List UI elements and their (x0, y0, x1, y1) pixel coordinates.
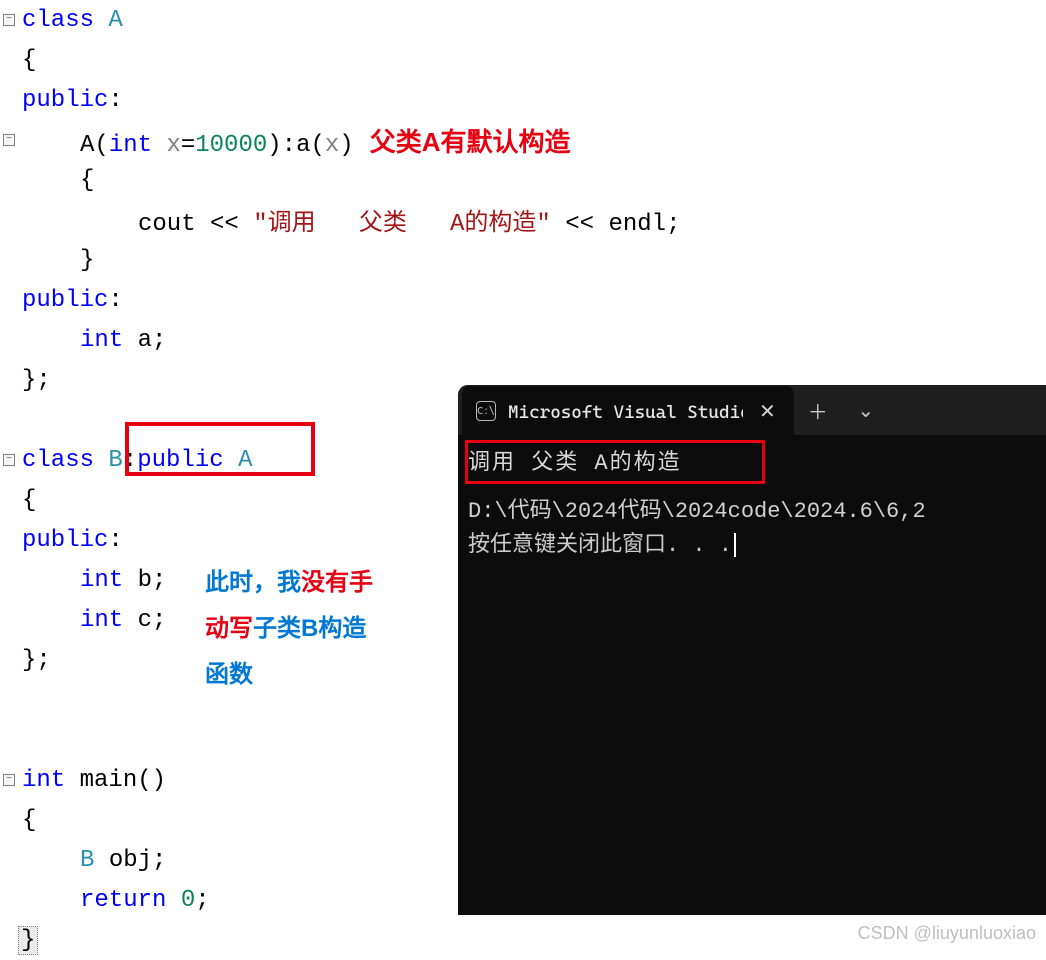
cursor-icon (734, 533, 736, 557)
code-line[interactable]: B obj; (18, 847, 166, 874)
code-line[interactable]: }; (18, 367, 51, 394)
code-line[interactable]: int main() (18, 767, 166, 794)
annotation-default-ctor: 父类A有默认构造 (370, 127, 571, 157)
code-line[interactable]: public: (18, 527, 123, 554)
code-line[interactable]: class B:public A (18, 447, 252, 474)
code-line[interactable]: int c; (18, 607, 166, 634)
code-line[interactable]: class A (18, 7, 123, 34)
code-line[interactable]: { (18, 487, 36, 514)
tab-dropdown-button[interactable]: ⌄ (842, 385, 890, 435)
code-line[interactable]: public: (18, 87, 123, 114)
code-line[interactable]: return 0; (18, 887, 210, 914)
terminal-tab[interactable]: C:\ Microsoft Visual Studio 调试控 ✕ (462, 386, 794, 436)
code-line[interactable]: public: (18, 287, 123, 314)
terminal-path: D:\代码\2024代码\2024code\2024.6\6,2 (468, 495, 1036, 529)
code-line[interactable]: { (18, 167, 94, 194)
terminal-body[interactable]: 调用 父类 A的构造 D:\代码\2024代码\2024code\2024.6\… (458, 435, 1046, 575)
code-line[interactable]: int a; (18, 327, 166, 354)
terminal-prompt: 按任意键关闭此窗口. . . (468, 529, 1036, 563)
code-line[interactable]: cout << "调用 父类 A的构造" << endl; (18, 202, 680, 238)
terminal-titlebar[interactable]: C:\ Microsoft Visual Studio 调试控 ✕ ＋ ⌄ (458, 385, 1046, 435)
code-line[interactable]: } (18, 247, 94, 274)
code-line[interactable]: { (18, 807, 36, 834)
terminal-window: C:\ Microsoft Visual Studio 调试控 ✕ ＋ ⌄ 调用… (458, 385, 1046, 915)
fold-toggle[interactable]: − (0, 14, 18, 26)
annotation-no-ctor: 此时，我没有手 动写子类B构造 函数 (205, 560, 445, 698)
fold-toggle[interactable]: − (0, 454, 18, 466)
watermark: CSDN @liuyunluoxiao (858, 923, 1036, 944)
fold-toggle[interactable]: − (0, 774, 18, 786)
code-line[interactable]: int b; (18, 567, 166, 594)
terminal-icon: C:\ (476, 401, 496, 421)
fold-toggle[interactable]: − (0, 134, 18, 146)
code-line[interactable]: }; (18, 647, 51, 674)
code-line[interactable]: A(int x=10000):a(x)父类A有默认构造 (18, 122, 570, 159)
code-line[interactable]: } (18, 926, 38, 955)
terminal-tab-title: Microsoft Visual Studio 调试控 (508, 398, 743, 424)
terminal-output: 调用 父类 A的构造 (468, 447, 1036, 481)
code-line[interactable]: { (18, 47, 36, 74)
close-icon[interactable]: ✕ (755, 399, 780, 423)
new-tab-button[interactable]: ＋ (794, 385, 842, 435)
